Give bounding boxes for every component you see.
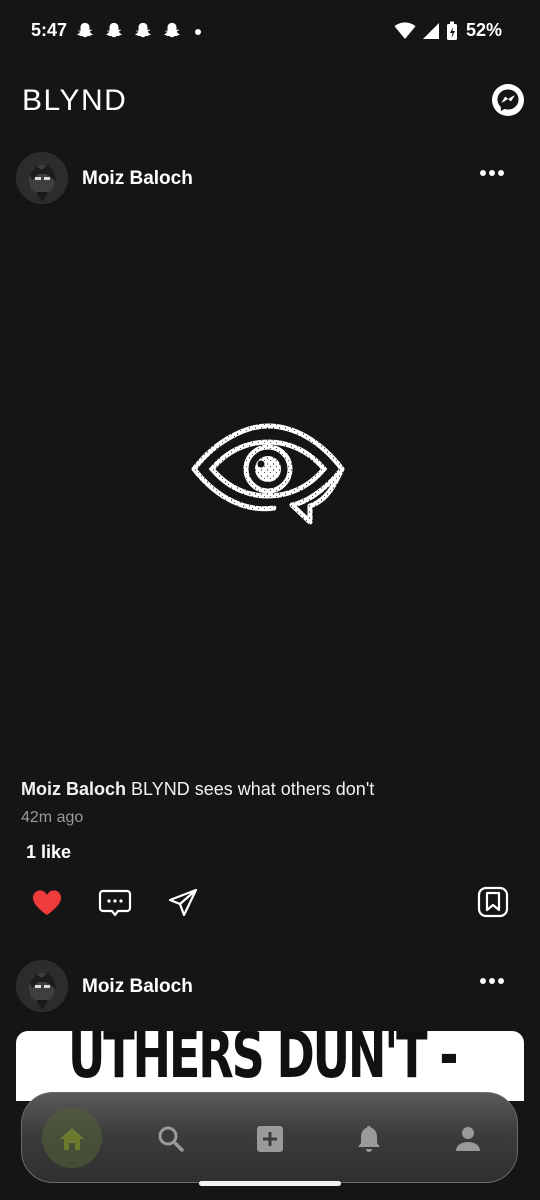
- profile-icon: [456, 1127, 480, 1151]
- caption-text: BLYND sees what others don't: [131, 779, 375, 799]
- more-notifications-dot: [195, 29, 201, 35]
- status-time: 5:47: [31, 20, 68, 40]
- app-header: BLYND: [0, 80, 540, 124]
- home-indicator[interactable]: [199, 1181, 341, 1186]
- post-image-text: UTHERS DUN'T -: [68, 1031, 458, 1093]
- heart-icon[interactable]: [29, 884, 65, 920]
- messenger-icon[interactable]: [492, 84, 524, 116]
- battery-icon: [446, 21, 457, 40]
- battery-percent: 52%: [465, 20, 502, 40]
- more-options-icon[interactable]: [480, 170, 504, 176]
- avatar[interactable]: [16, 152, 68, 204]
- post-caption: Moiz Baloch BLYND sees what others don't: [21, 779, 374, 800]
- post-actions: [0, 884, 540, 924]
- home-icon: [60, 1128, 84, 1150]
- nav-notifications[interactable]: [345, 1115, 393, 1163]
- status-bar: 5:47 52%: [0, 0, 540, 64]
- status-right: 52%: [394, 20, 502, 41]
- comment-icon[interactable]: [97, 884, 133, 920]
- bookmark-icon[interactable]: [475, 884, 511, 920]
- wifi-icon: [394, 22, 416, 39]
- post-header: Moiz Baloch: [0, 960, 540, 1016]
- snapchat-icon: [77, 22, 93, 38]
- signal-icon: [422, 22, 439, 39]
- more-options-icon[interactable]: [480, 978, 504, 984]
- avatar[interactable]: [16, 960, 68, 1012]
- like-count[interactable]: 1 like: [26, 842, 71, 863]
- post-header: Moiz Baloch: [0, 152, 540, 208]
- bottom-nav: [21, 1092, 518, 1183]
- nav-home[interactable]: [48, 1115, 96, 1163]
- snapchat-icon: [164, 22, 180, 38]
- post-author[interactable]: Moiz Baloch: [82, 976, 193, 998]
- caption-author[interactable]: Moiz Baloch: [21, 779, 126, 799]
- snapchat-icon: [135, 22, 151, 38]
- post-author[interactable]: Moiz Baloch: [82, 168, 193, 190]
- share-icon[interactable]: [165, 884, 201, 920]
- snapchat-icon: [106, 22, 122, 38]
- nav-add[interactable]: [246, 1115, 294, 1163]
- nav-search[interactable]: [147, 1115, 195, 1163]
- app-title: BLYND: [22, 84, 128, 117]
- add-icon: [257, 1126, 283, 1152]
- notification-icons: [76, 22, 181, 40]
- post-time: 42m ago: [21, 809, 84, 826]
- search-icon: [158, 1126, 184, 1152]
- eye-logo-image: [191, 423, 345, 525]
- bell-icon: [358, 1126, 380, 1152]
- post-image[interactable]: UTHERS DUN'T -: [16, 1031, 524, 1101]
- nav-profile[interactable]: [444, 1115, 492, 1163]
